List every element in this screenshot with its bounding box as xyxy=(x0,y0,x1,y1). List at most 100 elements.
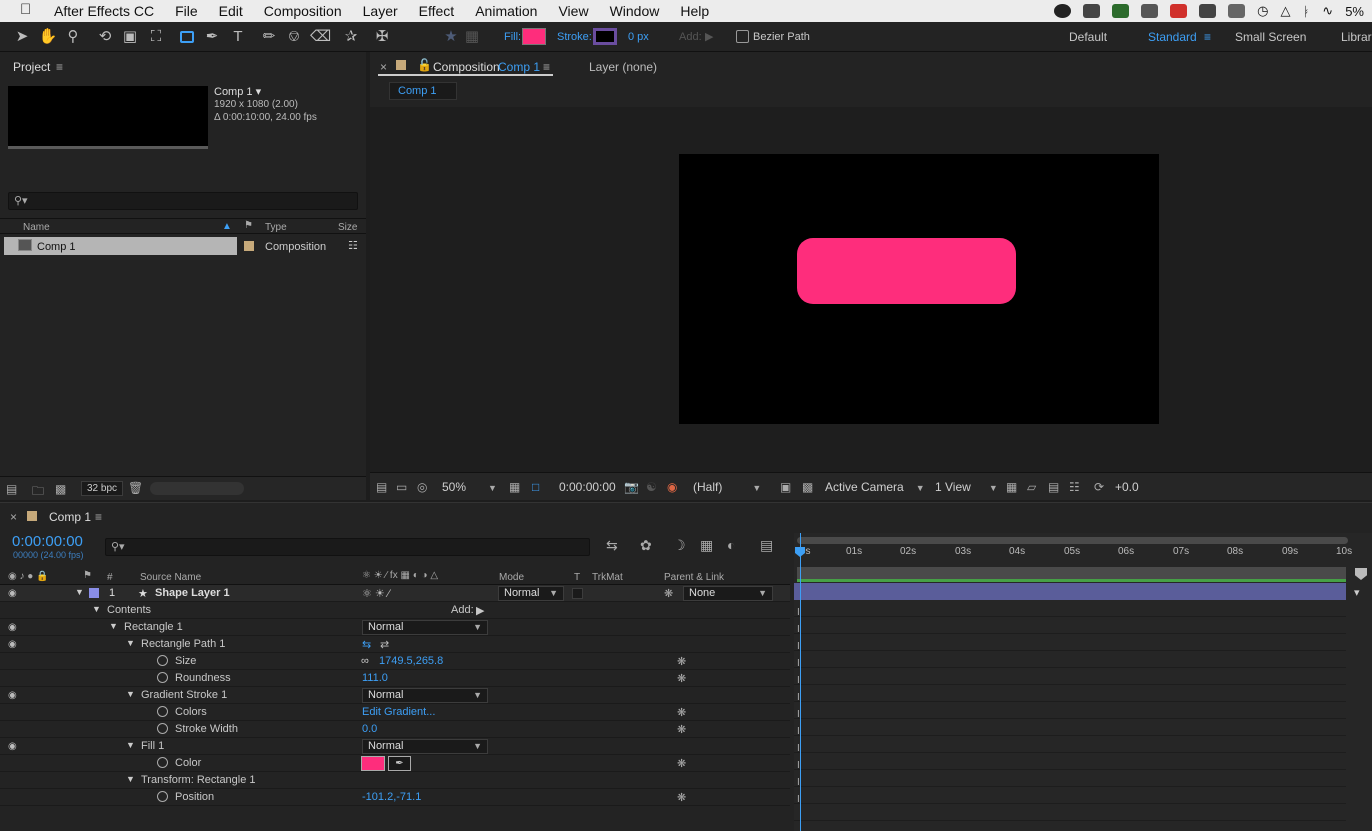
channels-icon[interactable]: ◉ xyxy=(667,480,677,494)
red-app-icon[interactable] xyxy=(1170,4,1188,18)
draft-3d-icon[interactable]: ▱ xyxy=(1027,480,1036,494)
column-parent[interactable]: Parent & Link xyxy=(664,572,724,583)
position-value[interactable]: -101.2,-71.1 xyxy=(362,791,421,803)
layer-mode-dropdown[interactable]: Normal ▼ xyxy=(498,586,564,601)
label-tag-icon[interactable]: ⚑ xyxy=(83,570,92,581)
add-button-icon[interactable]: ▶ xyxy=(476,604,484,617)
label-color-swatch[interactable] xyxy=(244,241,254,251)
hand-tool-icon[interactable]: ✋ xyxy=(38,27,58,47)
column-t[interactable]: T xyxy=(574,572,580,583)
size-value[interactable]: 1749.5,265.8 xyxy=(379,655,443,667)
constrain-link-icon[interactable]: ∞ xyxy=(361,655,369,667)
breadcrumb-comp[interactable]: Comp 1 xyxy=(398,85,437,97)
rectangle-group-row[interactable]: ◉ ▼ Rectangle 1 Normal ▼ xyxy=(0,619,790,636)
pick-whip-icon[interactable]: ❋ xyxy=(677,791,686,804)
brush-tool-icon[interactable]: ✏ xyxy=(259,27,279,47)
stroke-width-value[interactable]: 0.0 xyxy=(362,723,377,735)
pick-whip-icon[interactable]: ❋ xyxy=(677,706,686,719)
expand-triangle-icon[interactable]: ▼ xyxy=(126,774,135,784)
project-search-input[interactable]: ⚲▾ xyxy=(8,192,358,210)
airplay-box-icon[interactable] xyxy=(1141,4,1159,18)
menu-edit[interactable]: Edit xyxy=(219,3,243,19)
motion-blur-icon[interactable]: ◐ xyxy=(727,537,735,553)
selection-tool-icon[interactable]: ➤ xyxy=(12,27,32,47)
column-source-name[interactable]: Source Name xyxy=(140,572,201,583)
rectangle-path-row[interactable]: ◉ ▼ Rectangle Path 1 ⇆ ⇄ xyxy=(0,636,790,653)
workspace-default[interactable]: Default xyxy=(1069,30,1107,44)
rectangle-blend-dropdown[interactable]: Normal ▼ xyxy=(362,620,488,635)
draft-3d-icon[interactable]: ✿ xyxy=(640,537,652,554)
wifi-icon[interactable]: ∿ xyxy=(1322,3,1333,19)
roundness-value[interactable]: 111.0 xyxy=(362,672,388,684)
bit-depth-button[interactable]: 32 bpc xyxy=(81,481,124,496)
work-area-range[interactable] xyxy=(797,567,1346,579)
preserve-transparency-checkbox[interactable] xyxy=(572,588,583,599)
stopwatch-icon[interactable] xyxy=(157,672,168,683)
eyedropper-icon[interactable]: ✒ xyxy=(388,756,411,771)
close-tab-icon[interactable]: × xyxy=(10,510,17,524)
composition-menu-icon[interactable]: ≡ xyxy=(543,60,550,74)
menu-animation[interactable]: Animation xyxy=(475,3,537,19)
expand-triangle-icon[interactable]: ▼ xyxy=(126,689,135,699)
menu-composition[interactable]: Composition xyxy=(264,3,342,19)
column-type[interactable]: Type xyxy=(265,222,287,233)
eye-icon[interactable]: ◉ xyxy=(8,639,17,650)
snapshot-camera-icon[interactable]: 📷 xyxy=(624,480,639,494)
apple-icon[interactable]:  xyxy=(20,1,31,18)
memory-icon[interactable] xyxy=(1199,4,1217,18)
composition-mini-flowchart-icon[interactable]: ⇆ xyxy=(606,537,618,554)
clone-stamp-tool-icon[interactable]: ⎊ xyxy=(284,27,304,47)
always-preview-icon[interactable]: ▤ xyxy=(376,480,387,494)
stroke-width-row[interactable]: Stroke Width 0.0 ❋ xyxy=(0,721,790,738)
current-time[interactable]: 0:00:00:00 xyxy=(12,533,83,550)
layer-duration-bar[interactable] xyxy=(794,583,1346,600)
layer-switches-icons[interactable]: ⚛ ☀ ∕ xyxy=(362,587,390,600)
evernote-icon[interactable] xyxy=(1112,4,1130,18)
column-name[interactable]: Name xyxy=(23,222,50,233)
viewer-timecode[interactable]: 0:00:00:00 xyxy=(559,480,616,494)
monitor-icon[interactable]: ▭ xyxy=(396,480,407,494)
menu-app[interactable]: After Effects CC xyxy=(54,3,154,19)
workspace-small-screen[interactable]: Small Screen xyxy=(1235,30,1306,44)
bezier-path-checkbox[interactable] xyxy=(736,30,749,43)
fill-blend-dropdown[interactable]: Normal ▼ xyxy=(362,739,488,754)
workspace-libraries[interactable]: Librari xyxy=(1341,30,1372,44)
close-tab-icon[interactable]: × xyxy=(380,60,387,74)
reset-exposure-icon[interactable]: ⟳ xyxy=(1094,480,1104,494)
column-size[interactable]: Size xyxy=(338,222,357,233)
display-icon[interactable] xyxy=(1228,4,1246,18)
project-item-name[interactable]: Comp 1 xyxy=(37,241,76,253)
camera-dropdown[interactable]: Active Camera ▼ xyxy=(825,480,925,494)
rectangle-tool-icon[interactable] xyxy=(177,27,197,47)
time-machine-icon[interactable]: ◷ xyxy=(1257,3,1268,19)
resolution-dropdown[interactable]: (Half) ▼ xyxy=(693,480,761,494)
layer-label-swatch[interactable] xyxy=(89,588,99,598)
gradient-stroke-row[interactable]: ◉ ▼ Gradient Stroke 1 Normal ▼ xyxy=(0,687,790,704)
trash-icon[interactable]: 🗑 xyxy=(128,481,143,495)
menu-effect[interactable]: Effect xyxy=(419,3,455,19)
layer-end-handle-icon[interactable]: ▾ xyxy=(1354,586,1360,599)
flowchart-icon[interactable]: ☷ xyxy=(1069,480,1080,494)
column-number[interactable]: # xyxy=(107,572,113,583)
expand-triangle-icon[interactable]: ▼ xyxy=(109,621,118,631)
transparency-grid-icon[interactable]: ▩ xyxy=(802,480,813,494)
rotate-tool-icon[interactable]: ⟲ xyxy=(95,27,115,47)
airplay-icon[interactable]: △ xyxy=(1280,3,1290,19)
pick-whip-icon[interactable]: ❋ xyxy=(677,655,686,668)
lock-icon[interactable]: 🔓 xyxy=(417,58,432,72)
timeline-menu-icon[interactable]: ≡ xyxy=(95,510,102,524)
camera-tool-icon[interactable]: ▣ xyxy=(120,27,140,47)
new-folder-icon[interactable]: 🗀 xyxy=(32,482,44,503)
views-dropdown[interactable]: 1 View ▼ xyxy=(935,480,998,494)
menu-layer[interactable]: Layer xyxy=(363,3,398,19)
position-row[interactable]: Position -101.2,-71.1 ❋ xyxy=(0,789,790,806)
colors-row[interactable]: Colors Edit Gradient... ❋ xyxy=(0,704,790,721)
resolution-grid-icon[interactable]: ▦ xyxy=(509,480,520,494)
stroke-width-value[interactable]: 0 px xyxy=(628,31,649,43)
roundness-row[interactable]: Roundness 111.0 ❋ xyxy=(0,670,790,687)
pen-tool-icon[interactable]: ✒ xyxy=(202,27,222,47)
comp-end-marker-icon[interactable] xyxy=(1355,568,1367,580)
timeline-graph[interactable]: 0s 01s 02s 03s 04s 05s 06s 07s 08s 09s 1… xyxy=(794,533,1372,831)
pick-whip-icon[interactable]: ❋ xyxy=(677,723,686,736)
graph-editor-icon[interactable]: ▤ xyxy=(760,537,773,554)
